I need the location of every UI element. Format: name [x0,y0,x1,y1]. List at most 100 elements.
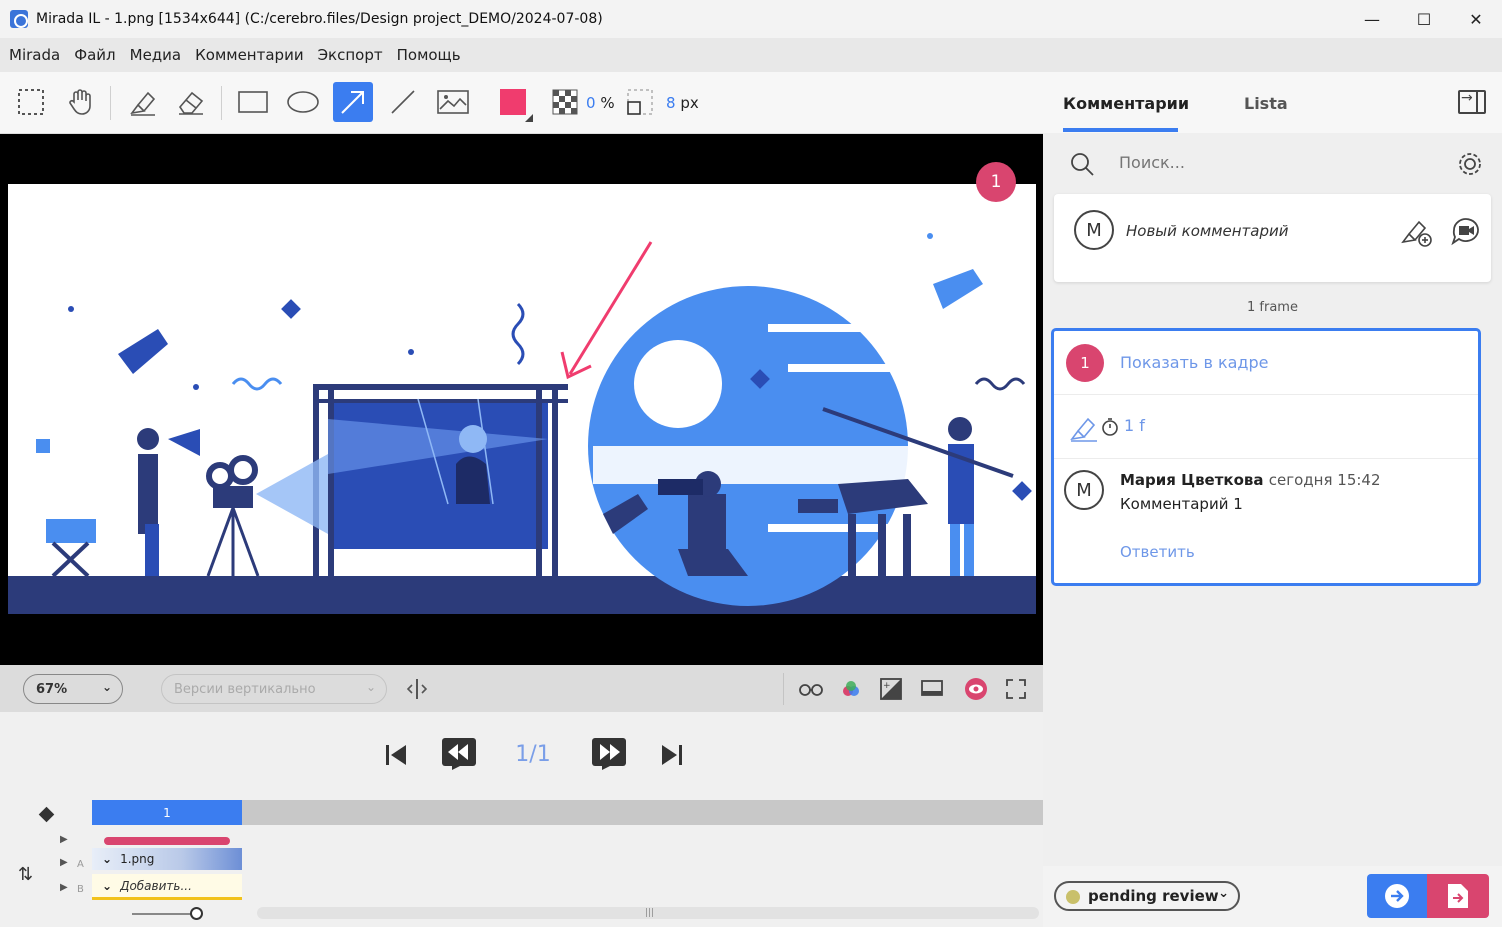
expand-arrow-icon[interactable]: ▶ [60,834,68,845]
timeline-frame-segment[interactable]: 1 [92,800,242,825]
timeline-horizontal-scrollbar[interactable]: ||| [257,907,1039,919]
rectangle-tool[interactable] [233,82,273,122]
maximize-button[interactable]: ☐ [1398,0,1450,38]
comment-search [1043,133,1502,195]
comment-card[interactable]: 1 Показать в кадре 1 f M Мария Цветкова … [1051,328,1481,586]
scroll-grip-icon[interactable]: ||| [645,908,654,918]
line-tool[interactable] [383,82,423,122]
export-button[interactable] [1427,874,1489,918]
search-icon [1071,153,1094,176]
first-frame-button[interactable] [383,742,409,768]
keyframe-diamond-icon[interactable] [38,806,55,823]
arrow-icon [341,91,364,114]
stopwatch-icon [1102,418,1118,436]
select-area-tool[interactable] [11,82,51,122]
frame-group-label: 1 frame [1247,300,1298,315]
track-label-b: B [77,884,84,895]
color-channels-button[interactable] [837,675,865,703]
drawing-toolbar: 0 % 8 px [0,72,1043,134]
fullscreen-button[interactable] [1002,675,1030,703]
eraser-tool[interactable] [171,82,211,122]
tab-comments[interactable]: Комментарии [1063,94,1189,113]
menu-mirada[interactable]: Mirada [2,46,67,64]
show-in-frame-link[interactable]: Показать в кадре [1120,353,1268,372]
chevron-down-icon: ⌄ [365,680,376,694]
split-compare-button[interactable] [403,675,431,703]
checkmark-icon[interactable]: ⌄ [102,879,112,893]
film-set-illustration [8,233,1036,614]
comment-author-line: Мария Цветкова сегодня 15:42 [1120,471,1381,489]
video-comment-icon[interactable] [1450,216,1482,246]
add-track-row[interactable]: ⌄ Добавить... [92,874,242,900]
media-canvas[interactable] [8,184,1036,614]
opacity-value: 0 [586,94,596,112]
timeline-track[interactable]: 1 [92,800,1043,825]
hand-icon [69,89,91,115]
brush-tool[interactable] [123,82,163,122]
comment-marker-badge[interactable]: 1 [976,162,1016,202]
image-tool[interactable] [433,82,473,122]
search-input[interactable] [1119,153,1419,172]
pan-tool[interactable] [60,82,100,122]
status-dot-icon [1066,890,1080,904]
glasses-icon [799,684,823,696]
menu-export[interactable]: Экспорт [311,46,390,64]
comment-range-bar[interactable] [104,837,230,845]
comment-meta-row: 1 f [1054,395,1478,459]
expand-arrow-icon[interactable]: ▶ [60,882,68,893]
ellipse-tool[interactable] [283,82,323,122]
arrow-tool[interactable] [333,82,373,122]
opacity-value-display[interactable]: 0 % [586,94,615,112]
ellipse-icon [287,91,319,113]
stroke-width-tool[interactable] [620,82,660,122]
send-button[interactable] [1367,874,1427,918]
rgb-channels-icon [843,681,859,696]
media-track-row[interactable]: ⌄ 1.png [92,848,242,870]
export-file-icon [1448,884,1468,908]
new-comment-placeholder[interactable]: Новый комментарий [1126,222,1289,240]
menu-help[interactable]: Помощь [390,46,468,64]
next-frame-button[interactable] [590,736,630,776]
image-viewer[interactable] [0,134,1043,665]
track-zoom-slider-handle[interactable] [190,907,203,920]
send-arrow-icon [1385,884,1409,908]
stroke-value: 8 [666,94,676,112]
show-annotations-toggle[interactable] [962,675,990,703]
exposure-button[interactable]: + [877,675,905,703]
draw-annotation-icon[interactable] [1399,214,1433,248]
image-icon [437,90,469,114]
opacity-unit: % [600,94,615,112]
menu-comments[interactable]: Комментарии [188,46,310,64]
safe-frame-button[interactable] [918,675,946,703]
opacity-tool[interactable] [545,82,585,122]
rectangle-icon [238,91,268,113]
stereo-view-button[interactable] [797,675,825,703]
track-label-a: A [77,859,84,870]
tab-lista[interactable]: Lista [1244,94,1288,113]
track-zoom-slider[interactable] [132,913,198,915]
checkmark-icon[interactable]: ⌄ [102,852,112,866]
expand-arrow-icon[interactable]: ▶ [60,857,68,868]
comment-number-badge: 1 [1066,344,1104,382]
review-status: pending review [1088,887,1219,905]
title-bar: Mirada IL - 1.png [1534x644] (C:/cerebro… [0,0,1502,38]
versions-layout-select[interactable]: Версии вертикально ⌄ [161,674,387,704]
stroke-unit: px [680,94,699,112]
chevron-down-icon: ⌄ [1218,886,1229,901]
reply-link[interactable]: Ответить [1120,543,1195,561]
new-comment-box[interactable]: M Новый комментарий [1054,194,1491,282]
close-button[interactable]: ✕ [1450,0,1502,38]
app-logo-icon [10,10,28,28]
color-picker[interactable] [493,82,533,122]
minimize-button[interactable]: — [1346,0,1398,38]
collapse-panel-button[interactable] [1458,90,1486,114]
review-status-select[interactable]: pending review ⌄ [1054,881,1240,911]
gear-icon[interactable] [1456,150,1484,178]
swap-tracks-icon[interactable]: ⇅ [18,864,33,885]
stroke-value-display[interactable]: 8 px [666,94,699,112]
menu-file[interactable]: Файл [67,46,122,64]
last-frame-button[interactable] [659,742,685,768]
previous-frame-button[interactable] [440,736,480,776]
zoom-select[interactable]: 67% ⌄ [23,674,123,704]
menu-media[interactable]: Медиа [123,46,188,64]
